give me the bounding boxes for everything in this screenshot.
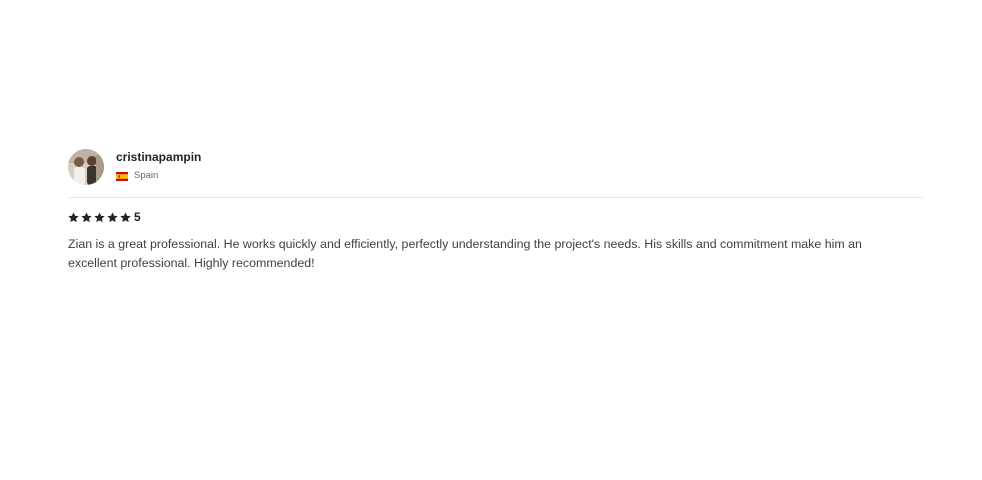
reviewer-info: cristinapampin Spain (116, 149, 201, 182)
star-icon (68, 211, 79, 222)
star-icon (107, 211, 118, 222)
star-icon (81, 211, 92, 222)
spain-flag-icon (116, 171, 128, 181)
divider (68, 197, 923, 198)
reviewer-avatar[interactable] (68, 149, 104, 185)
star-icon (120, 211, 131, 222)
avatar-photo-icon (68, 149, 104, 185)
reviewer-header: cristinapampin Spain (68, 149, 923, 185)
reviewer-country: Spain (116, 170, 201, 182)
country-name: Spain (134, 170, 159, 181)
review-text: Zian is a great professional. He works q… (68, 237, 862, 270)
reviewer-username[interactable]: cristinapampin (116, 150, 201, 165)
star-rating (68, 211, 133, 223)
star-icon (94, 211, 105, 222)
rating-score: 5 (134, 210, 141, 224)
review-card: cristinapampin Spain 5 Zian is a great p… (68, 149, 923, 273)
rating: 5 (68, 210, 923, 224)
